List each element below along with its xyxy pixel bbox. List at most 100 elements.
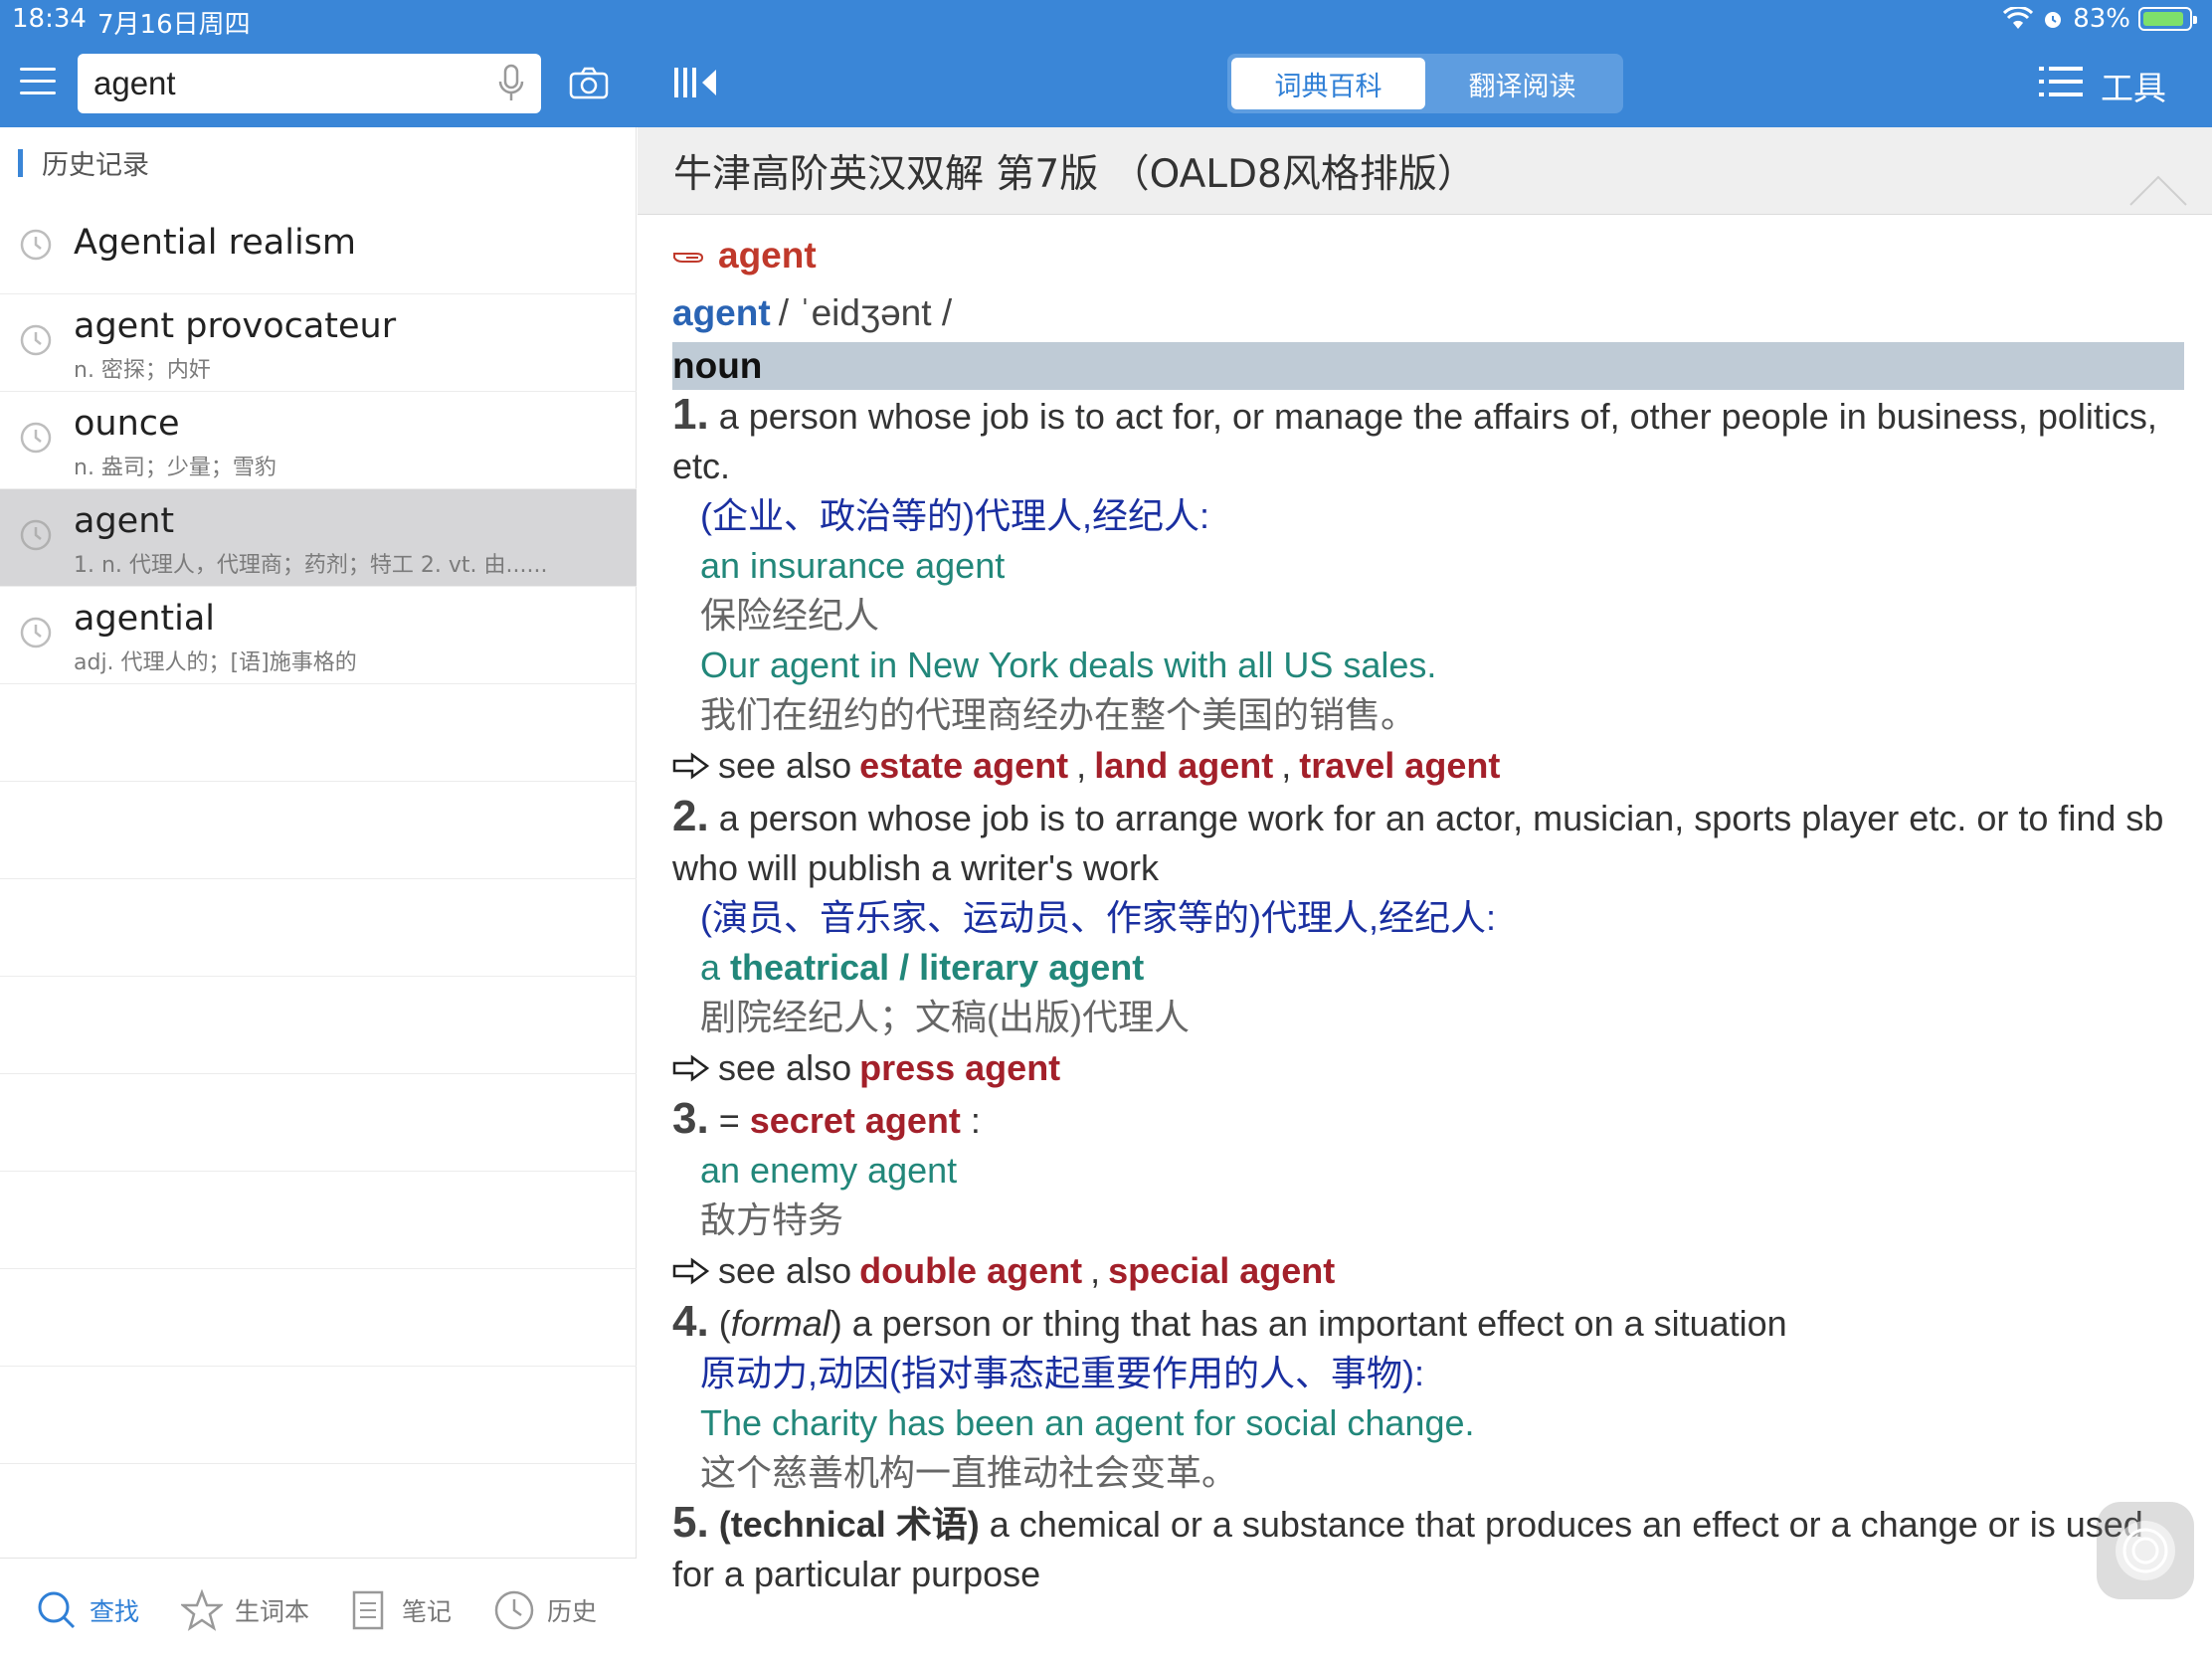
- example-zh: 保险经纪人: [700, 595, 880, 636]
- sense-number: 2.: [672, 792, 709, 840]
- sense-4: 4. (formal) a person or thing that has a…: [672, 1297, 1787, 1346]
- clock-icon: [20, 519, 52, 551]
- notes-icon: [352, 1590, 384, 1630]
- clock-icon: [20, 617, 52, 648]
- empty-row: [0, 977, 637, 1074]
- assistive-touch-icon: [2116, 1521, 2175, 1580]
- sidebar-toggle-icon[interactable]: [672, 64, 720, 101]
- nav-search-label: 查找: [90, 1597, 140, 1626]
- history-header-accent: [18, 149, 23, 177]
- star-icon: [181, 1589, 223, 1631]
- empty-row: [0, 1074, 637, 1172]
- xref-link[interactable]: travel agent: [1299, 740, 1500, 792]
- sense-5: 5. (technical 术语) a chemical or a substa…: [672, 1498, 2184, 1599]
- see-also-label: see also: [718, 1047, 852, 1088]
- register-label: (technical 术语): [718, 1504, 980, 1545]
- pronunciation: / ˈeidʒənt /: [778, 292, 953, 333]
- sense-definition: a person whose job is to act for, or man…: [672, 396, 2157, 486]
- xref-link[interactable]: land agent: [1094, 740, 1273, 792]
- clock-icon: [20, 422, 52, 454]
- alarm-icon: [2045, 12, 2062, 28]
- xref-link[interactable]: press agent: [859, 1042, 1060, 1094]
- sense-1: 1. a person whose job is to act for, or …: [672, 390, 2184, 491]
- sense-zh-definition: (演员、音乐家、运动员、作家等的)代理人,经纪人:: [700, 897, 1496, 938]
- list-icon[interactable]: [2039, 64, 2083, 99]
- entry-headline: agent: [672, 227, 2184, 284]
- sense-zh-definition: 原动力,动因(指对事态起重要作用的人、事物):: [700, 1353, 1424, 1393]
- sense-number: 1.: [672, 390, 709, 439]
- history-definition: adj. 代理人的；[语]施事格的: [74, 650, 357, 675]
- history-list: Agential realism agent provocateur n. 密探…: [0, 197, 637, 1464]
- arrow-right-icon: [672, 1054, 710, 1082]
- xref-link[interactable]: special agent: [1108, 1245, 1335, 1297]
- sense-definition: a person whose job is to arrange work fo…: [672, 798, 2164, 888]
- nav-history-label: 历史: [547, 1597, 598, 1626]
- tab-dictionary[interactable]: 词典百科: [1231, 58, 1425, 109]
- nav-notes[interactable]: 笔记: [348, 1588, 452, 1632]
- xref-link[interactable]: secret agent: [750, 1100, 961, 1141]
- empty-row: [0, 782, 637, 879]
- nav-wordbook[interactable]: 生词本: [181, 1588, 309, 1632]
- empty-row: [0, 1269, 637, 1367]
- history-word: agential: [74, 599, 215, 639]
- assistive-touch-button[interactable]: [2097, 1502, 2194, 1599]
- example-en: a theatrical / literary agent: [672, 943, 2184, 993]
- history-word: agent provocateur: [74, 306, 397, 346]
- screen: 18:34 7月16日周四 83% agent 词典百科 翻译阅读 工具 历史记…: [0, 0, 2212, 1659]
- sense-definition: a person or thing that has an important …: [851, 1303, 1787, 1344]
- sense-number: 4.: [672, 1297, 709, 1346]
- history-definition: n. 盎司；少量；雪豹: [74, 456, 276, 480]
- example-en: Our agent in New York deals with all US …: [700, 645, 1437, 685]
- history-word: agent: [74, 501, 175, 541]
- collapse-icon[interactable]: [2128, 173, 2188, 207]
- headword: agent: [718, 235, 817, 276]
- history-item[interactable]: ounce n. 盎司；少量；雪豹: [0, 392, 637, 489]
- history-item[interactable]: Agential realism: [0, 197, 637, 294]
- empty-row: [0, 1172, 637, 1269]
- mode-tabs: 词典百科 翻译阅读: [1227, 54, 1623, 113]
- dictionary-entry: agent agent / ˈeidʒənt / noun 1. a perso…: [672, 227, 2184, 1599]
- tab-translate[interactable]: 翻译阅读: [1425, 58, 1619, 109]
- colon: :: [970, 1100, 981, 1141]
- search-icon: [38, 1591, 76, 1629]
- sense-zh-definition: (企业、政治等的)代理人,经纪人:: [700, 495, 1209, 536]
- status-date: 7月16日周四: [97, 10, 251, 40]
- xref-link[interactable]: double agent: [859, 1245, 1082, 1297]
- xref-link[interactable]: estate agent: [859, 740, 1068, 792]
- search-box[interactable]: [78, 54, 541, 113]
- microphone-icon[interactable]: [497, 64, 525, 103]
- see-also-line: see also double agent, special agent: [672, 1245, 2184, 1297]
- history-header-label: 历史记录: [42, 150, 149, 181]
- nav-wordbook-label: 生词本: [235, 1597, 310, 1626]
- dictionary-header[interactable]: 牛津高阶英汉双解 第7版 （OALD8风格排版）: [638, 127, 2212, 215]
- nav-search[interactable]: 查找: [36, 1588, 139, 1632]
- camera-icon[interactable]: [569, 66, 609, 101]
- history-item-selected[interactable]: agent 1. n. 代理人，代理商；药剂；特工 2. vt. 由......: [0, 489, 637, 587]
- clock-icon: [20, 229, 52, 261]
- dictionary-title: 牛津高阶英汉双解 第7版 （OALD8风格排版）: [673, 152, 1476, 197]
- pron-headword: agent: [672, 292, 771, 333]
- part-of-speech: noun: [672, 342, 2184, 390]
- arrow-right-icon: [672, 1257, 710, 1285]
- menu-button[interactable]: [20, 68, 56, 97]
- search-input[interactable]: [93, 62, 471, 105]
- register-label: formal: [730, 1303, 830, 1344]
- nav-history[interactable]: 历史: [493, 1588, 597, 1632]
- history-definition: 1. n. 代理人，代理商；药剂；特工 2. vt. 由......: [74, 553, 548, 578]
- history-item[interactable]: agent provocateur n. 密探；内奸: [0, 294, 637, 392]
- see-also-line: see also estate agent, land agent, trave…: [672, 740, 2184, 792]
- clock-icon: [20, 324, 52, 356]
- tools-button[interactable]: 工具: [2101, 62, 2166, 109]
- sense-number: 3.: [672, 1094, 709, 1143]
- history-header: 历史记录: [0, 127, 637, 197]
- empty-row: [0, 879, 637, 977]
- see-also-line: see also press agent: [672, 1042, 2184, 1094]
- clock-icon: [494, 1590, 534, 1630]
- arrow-right-icon: [672, 752, 710, 780]
- example-zh: 这个慈善机构一直推动社会变革。: [700, 1452, 1238, 1493]
- battery-icon: [2138, 7, 2197, 31]
- empty-row: [0, 1367, 637, 1464]
- battery-percent: 83%: [2073, 4, 2130, 34]
- history-item[interactable]: agential adj. 代理人的；[语]施事格的: [0, 587, 637, 684]
- equals-sign: =: [718, 1100, 740, 1141]
